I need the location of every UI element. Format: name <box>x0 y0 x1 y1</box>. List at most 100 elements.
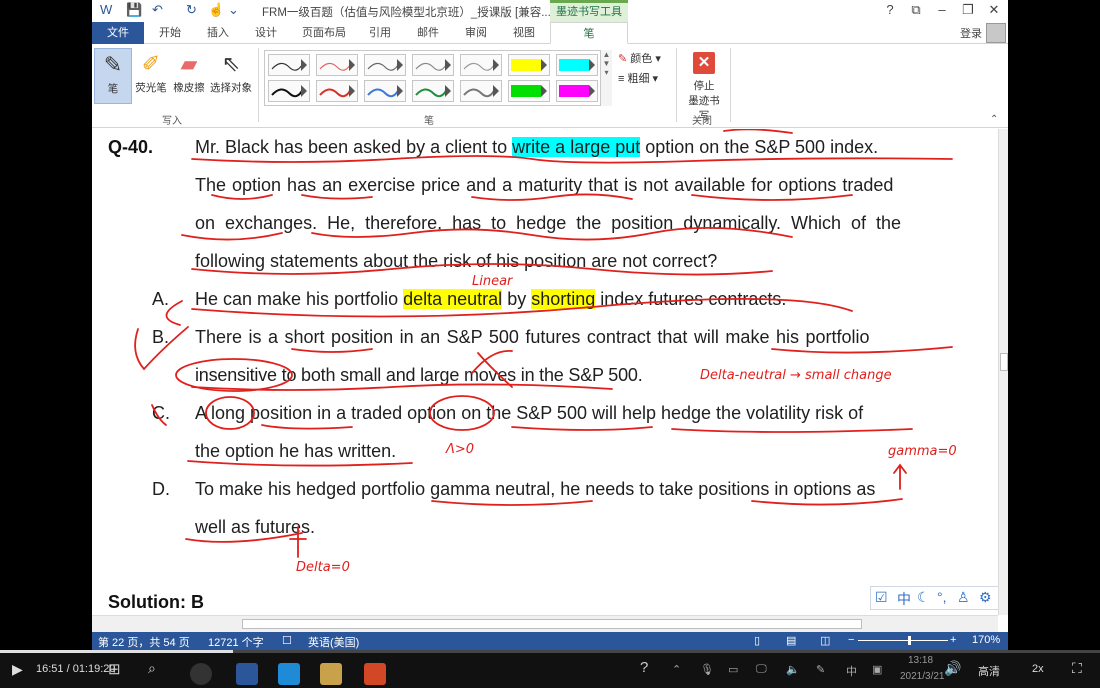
highlight-shorting: shorting <box>531 289 596 309</box>
tab-insert[interactable]: 插入 <box>198 22 238 44</box>
ime-settings-icon[interactable]: ⚙ <box>979 589 992 606</box>
speed-button[interactable]: 2x <box>1032 663 1044 675</box>
ime-punct-icon[interactable]: °, <box>937 589 947 605</box>
pen-swatch[interactable] <box>556 54 598 76</box>
tray-volume-icon[interactable]: 🔈 <box>786 663 800 676</box>
video-progress[interactable] <box>0 650 1100 653</box>
pen-swatch[interactable] <box>556 80 598 102</box>
select-objects-button[interactable]: ⇖ 选择对象 <box>208 48 254 95</box>
pen-gallery-scroll[interactable]: ▲ ▼ ▾ <box>600 50 612 106</box>
horizontal-scrollbar[interactable] <box>92 615 998 632</box>
ime-moon-icon[interactable]: ☾ <box>917 589 930 606</box>
pen-swatch[interactable] <box>268 80 310 102</box>
taskbar-app-icon[interactable] <box>278 663 300 685</box>
restore-icon[interactable]: ❐ <box>958 2 978 18</box>
vertical-scrollbar[interactable] <box>998 129 1008 615</box>
tray-battery-icon[interactable]: ▭ <box>728 663 738 676</box>
option-c-line-1: A long position in a traded option on th… <box>195 403 864 423</box>
pen-swatch[interactable] <box>316 54 358 76</box>
pen-swatch[interactable] <box>460 80 502 102</box>
tray-ime-icon[interactable]: 中 <box>846 663 857 679</box>
language-indicator[interactable]: 英语(美国) <box>308 634 359 650</box>
quality-button[interactable]: 高清 <box>978 663 1000 679</box>
ribbon-display-icon[interactable]: ⧉ <box>906 2 926 18</box>
read-mode-icon[interactable]: ▯ <box>754 634 760 647</box>
volume-icon[interactable]: 🔊 <box>944 660 961 677</box>
taskbar-search-icon[interactable]: ⌕ <box>148 660 156 677</box>
tab-review[interactable]: 审阅 <box>456 22 496 44</box>
tab-design[interactable]: 设计 <box>246 22 286 44</box>
ime-check-icon[interactable]: ☑ <box>875 589 888 606</box>
play-icon[interactable]: ▶ <box>12 661 23 678</box>
pen-swatch[interactable] <box>508 54 550 76</box>
pen-swatch[interactable] <box>412 54 454 76</box>
minimize-icon[interactable]: – <box>932 2 952 17</box>
pen-weight-dropdown[interactable]: ≡ 粗细 ▾ <box>618 70 658 86</box>
taskbar-word-icon[interactable] <box>236 663 258 685</box>
windows-start-icon[interactable]: ⊞ <box>108 660 121 678</box>
question-line-3: on exchanges. He, therefore, has to hedg… <box>195 213 902 233</box>
pen-swatch[interactable] <box>316 80 358 102</box>
ime-chinese-icon[interactable]: 中 <box>897 589 911 609</box>
title-bar: W 💾 ↶ ↻ ☝ ⌄ FRM一级百题（估值与风险模型北京班）_授课版 [兼容.… <box>92 0 1008 22</box>
collapse-ribbon-icon[interactable]: ⌃ <box>990 114 998 125</box>
ime-user-icon[interactable]: ♙ <box>957 589 970 606</box>
tab-page-layout[interactable]: 页面布局 <box>294 22 354 44</box>
tray-notification-icon[interactable]: ▣ <box>872 663 882 676</box>
video-player-bar: ▶ 16:51 / 01:19:20 ⊞ ⌕ ? ⌃ 🎙 ▭ 🖵 🔈 ✎ 中 ▣… <box>0 650 1100 688</box>
window-title: FRM一级百题（估值与风险模型北京班）_授课版 [兼容... <box>262 7 551 19</box>
undo-icon[interactable]: ↶ <box>152 2 163 18</box>
tab-pen[interactable]: 笔 <box>550 22 628 44</box>
eraser-tool-button[interactable]: ▰ 橡皮擦 <box>170 48 208 95</box>
zoom-out-icon[interactable]: − <box>848 634 854 646</box>
tray-help-icon[interactable]: ? <box>640 659 648 676</box>
touch-mode-icon[interactable]: ☝ <box>208 2 224 18</box>
group-pens-label: 笔 <box>424 116 434 127</box>
word-count[interactable]: 12721 个字 <box>208 634 264 650</box>
print-layout-icon[interactable]: ▤ <box>786 634 796 647</box>
pen-tool-button[interactable]: ✎ 笔 <box>94 48 132 104</box>
tray-network-icon[interactable]: 🖵 <box>756 663 767 676</box>
zoom-slider-thumb[interactable] <box>908 636 911 645</box>
tab-references[interactable]: 引用 <box>360 22 400 44</box>
zoom-in-icon[interactable]: + <box>950 634 956 646</box>
question-number: Q-40. <box>108 137 154 157</box>
pen-swatch[interactable] <box>412 80 454 102</box>
tray-pen-icon[interactable]: ✎ <box>816 663 825 676</box>
redo-icon[interactable]: ↻ <box>186 2 197 18</box>
save-icon[interactable]: 💾 <box>126 2 142 18</box>
tab-file[interactable]: 文件 <box>92 22 144 44</box>
pen-swatch[interactable] <box>364 54 406 76</box>
fullscreen-icon[interactable]: ⛶ <box>1072 660 1082 677</box>
help-button[interactable]: ? <box>880 2 900 17</box>
pen-swatch[interactable] <box>364 80 406 102</box>
highlighter-tool-button[interactable]: ✐ 荧光笔 <box>132 48 170 95</box>
horizontal-scroll-thumb[interactable] <box>242 619 862 629</box>
pen-swatch[interactable] <box>508 80 550 102</box>
highlighter-icon: ✐ <box>141 51 161 76</box>
pen-swatch[interactable] <box>268 54 310 76</box>
taskbar-folder-icon[interactable] <box>320 663 342 685</box>
document-page[interactable]: Q-40. Mr. Black has been asked by a clie… <box>92 129 998 615</box>
taskbar-powerpoint-icon[interactable] <box>364 663 386 685</box>
option-d-line-2: well as futures. <box>195 517 316 537</box>
solution-text: Solution: B <box>108 592 204 612</box>
tab-home[interactable]: 开始 <box>150 22 190 44</box>
pen-swatch[interactable] <box>460 54 502 76</box>
taskbar-app-icon[interactable] <box>190 663 212 685</box>
avatar[interactable] <box>986 23 1006 43</box>
sign-in-link[interactable]: 登录 <box>960 25 982 41</box>
tab-mailings[interactable]: 邮件 <box>408 22 448 44</box>
vertical-scroll-thumb[interactable] <box>1000 353 1008 371</box>
proofing-icon[interactable]: ☐ <box>282 634 292 647</box>
tab-view[interactable]: 视图 <box>504 22 544 44</box>
zoom-slider[interactable] <box>858 640 948 641</box>
zoom-level[interactable]: 170% <box>972 634 1000 646</box>
tray-mic-icon[interactable]: 🎙 <box>700 663 714 676</box>
web-layout-icon[interactable]: ◫ <box>820 634 830 647</box>
close-icon[interactable]: ✕ <box>984 2 1004 18</box>
tray-expand-icon[interactable]: ⌃ <box>672 663 681 676</box>
customize-qat-icon[interactable]: ⌄ <box>228 2 239 18</box>
page-count[interactable]: 第 22 页，共 54 页 <box>98 634 190 650</box>
pen-color-dropdown[interactable]: ✎ 颜色 ▾ <box>618 50 661 66</box>
